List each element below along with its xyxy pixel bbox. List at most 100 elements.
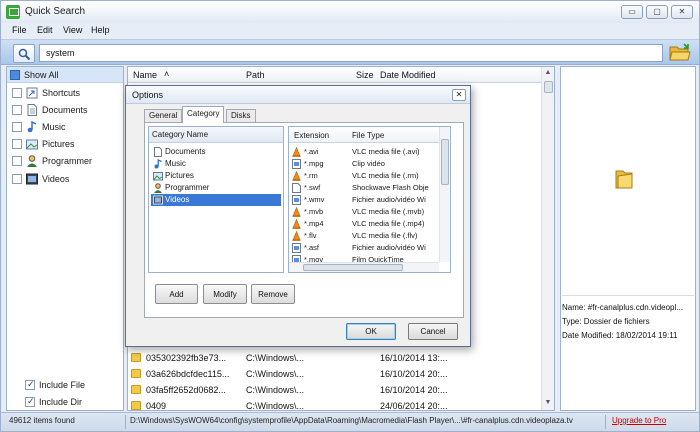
extension-row[interactable]: *.asf Fichier audio/vidéo Wi bbox=[289, 242, 439, 254]
tab-disks[interactable]: Disks bbox=[226, 109, 256, 122]
extension-row[interactable]: *.mp4 VLC media file (.mp4) bbox=[289, 218, 439, 230]
table-row[interactable]: 035302392fb3e73... C:\Windows\... 16/10/… bbox=[128, 350, 542, 366]
column-path-header[interactable]: Path bbox=[246, 70, 265, 80]
show-all-item[interactable]: Show All bbox=[7, 67, 123, 83]
music-icon bbox=[154, 159, 162, 169]
sidebar-item-music[interactable]: Music bbox=[7, 119, 123, 136]
preview-area bbox=[562, 68, 694, 296]
category-item-pictures[interactable]: Pictures bbox=[151, 170, 281, 182]
sidebar-item-pictures[interactable]: Pictures bbox=[7, 136, 123, 153]
add-category-button[interactable]: Add bbox=[155, 284, 198, 304]
extension-row[interactable]: *.mpg Clip vidéo bbox=[289, 158, 439, 170]
menu-help[interactable]: Help bbox=[91, 25, 110, 35]
app-window: Quick Search ▭ ▢ ✕ File Edit View Help s… bbox=[0, 0, 700, 432]
show-all-icon bbox=[10, 70, 20, 80]
videos-checkbox[interactable] bbox=[12, 174, 22, 184]
search-icon bbox=[18, 48, 31, 61]
extension-text: *.mp4 bbox=[304, 219, 324, 228]
extension-row[interactable]: *.rm VLC media file (.rm) bbox=[289, 170, 439, 182]
music-icon bbox=[27, 121, 37, 133]
sidebar-item-label: Programmer bbox=[42, 156, 93, 166]
sidebar-item-shortcuts[interactable]: Shortcuts bbox=[7, 85, 123, 102]
scrollbar-thumb[interactable] bbox=[303, 264, 403, 271]
scrollbar-thumb[interactable] bbox=[441, 139, 449, 185]
video-file-icon bbox=[292, 159, 301, 169]
table-row[interactable]: 03a626bdcfdec115... C:\Windows\... 16/10… bbox=[128, 366, 542, 382]
list-header: Name ˄ Path Size Date Modified bbox=[128, 67, 542, 83]
category-item-videos[interactable]: Videos bbox=[151, 194, 281, 206]
row-path: C:\Windows\... bbox=[246, 385, 305, 395]
include-file-option[interactable]: Include File bbox=[7, 377, 123, 393]
dialog-close-button[interactable]: ✕ bbox=[452, 89, 466, 101]
browse-folder-button[interactable] bbox=[669, 43, 691, 63]
extension-column-header[interactable]: Extension bbox=[294, 131, 329, 140]
column-date-header[interactable]: Date Modified bbox=[380, 70, 436, 80]
scroll-up-arrow-icon[interactable]: ▲ bbox=[542, 67, 554, 79]
modify-category-button[interactable]: Modify bbox=[203, 284, 247, 304]
file-type-column-header[interactable]: File Type bbox=[352, 131, 384, 140]
upgrade-to-pro-link[interactable]: Upgrade to Pro bbox=[612, 416, 666, 425]
folder-icon bbox=[131, 385, 141, 394]
ok-button[interactable]: OK bbox=[346, 323, 396, 340]
file-type-text: VLC media file (.rm) bbox=[352, 171, 419, 180]
sidebar-item-label: Videos bbox=[42, 174, 70, 184]
tab-general[interactable]: General bbox=[144, 109, 183, 122]
search-input[interactable] bbox=[39, 44, 663, 62]
cancel-button[interactable]: Cancel bbox=[408, 323, 458, 340]
scroll-down-arrow-icon[interactable]: ▼ bbox=[542, 397, 554, 409]
preview-pane: Name: #fr-canalplus.cdn.videopl... Type:… bbox=[560, 66, 696, 411]
extension-row[interactable]: *.flv VLC media file (.flv) bbox=[289, 230, 439, 242]
vlc-cone-icon bbox=[292, 219, 301, 229]
programmer-checkbox[interactable] bbox=[12, 156, 22, 166]
include-file-checkbox[interactable] bbox=[25, 379, 35, 390]
sidebar-item-programmer[interactable]: Programmer bbox=[7, 153, 123, 170]
include-dir-option[interactable]: Include Dir bbox=[7, 394, 123, 410]
shortcuts-checkbox[interactable] bbox=[12, 88, 22, 98]
category-item-programmer[interactable]: Programmer bbox=[151, 182, 281, 194]
menu-file[interactable]: File bbox=[12, 25, 27, 35]
extension-row[interactable]: *.wmv Fichier audio/vidéo Wi bbox=[289, 194, 439, 206]
extension-list-scrollbar[interactable] bbox=[439, 127, 450, 262]
documents-checkbox[interactable] bbox=[12, 105, 22, 115]
vlc-cone-icon bbox=[292, 207, 301, 217]
title-bar[interactable]: Quick Search ▭ ▢ ✕ bbox=[1, 1, 699, 23]
sidebar-item-videos[interactable]: Videos bbox=[7, 171, 123, 188]
extension-row[interactable]: *.swf Shockwave Flash Obje bbox=[289, 182, 439, 194]
dialog-title: Options bbox=[132, 90, 164, 100]
dialog-title-bar[interactable]: Options ✕ bbox=[126, 86, 470, 104]
extension-row[interactable]: *.mvb VLC media file (.mvb) bbox=[289, 206, 439, 218]
extension-list-hscrollbar[interactable] bbox=[289, 262, 439, 272]
table-row[interactable]: 03fa5ff2652d0682... C:\Windows\... 16/10… bbox=[128, 382, 542, 398]
row-name: 035302392fb3e73... bbox=[146, 353, 227, 363]
tab-category[interactable]: Category bbox=[182, 106, 225, 123]
sidebar-item-documents[interactable]: Documents bbox=[7, 102, 123, 119]
scrollbar-thumb[interactable] bbox=[544, 81, 553, 93]
pictures-checkbox[interactable] bbox=[12, 139, 22, 149]
menu-view[interactable]: View bbox=[63, 25, 82, 35]
video-icon bbox=[153, 195, 163, 205]
column-name-header[interactable]: Name bbox=[133, 70, 157, 80]
menu-edit[interactable]: Edit bbox=[37, 25, 53, 35]
minimize-button[interactable]: ▭ bbox=[621, 5, 643, 19]
maximize-button[interactable]: ▢ bbox=[646, 5, 668, 19]
search-button[interactable] bbox=[13, 44, 35, 63]
category-tab-panel: Category Name Documents Music Pictures P… bbox=[144, 122, 464, 318]
table-row[interactable]: 0409 C:\Windows\... 24/06/2014 20:... bbox=[128, 398, 542, 410]
column-size-header[interactable]: Size bbox=[356, 70, 374, 80]
app-icon bbox=[6, 5, 20, 19]
category-item-music[interactable]: Music bbox=[151, 158, 281, 170]
file-type-text: VLC media file (.mvb) bbox=[352, 207, 425, 216]
programmer-icon bbox=[27, 155, 37, 167]
programmer-icon bbox=[154, 183, 162, 193]
remove-category-button[interactable]: Remove bbox=[251, 284, 295, 304]
include-dir-checkbox[interactable] bbox=[25, 396, 35, 407]
category-item-documents[interactable]: Documents bbox=[151, 146, 281, 158]
music-checkbox[interactable] bbox=[12, 122, 22, 132]
close-button[interactable]: ✕ bbox=[671, 5, 693, 19]
category-label: Programmer bbox=[165, 183, 210, 192]
video-icon bbox=[26, 173, 38, 185]
status-divider bbox=[125, 415, 126, 429]
list-scrollbar[interactable]: ▲ ▼ bbox=[541, 67, 554, 410]
sort-ascending-icon: ˄ bbox=[164, 69, 170, 79]
extension-row[interactable]: *.avi VLC media file (.avi) bbox=[289, 146, 439, 158]
